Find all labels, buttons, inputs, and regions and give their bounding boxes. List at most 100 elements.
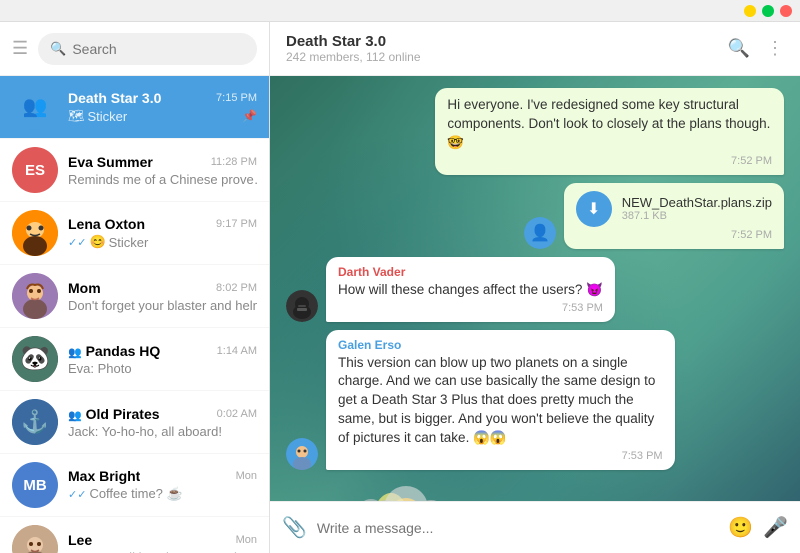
chat-info: Lena Oxton 9:17 PM ✓✓ 😊 Sticker	[68, 216, 257, 250]
message-text: This version can blow up two planets on …	[338, 354, 663, 448]
message-text: Hi everyone. I've redesigned some key st…	[447, 96, 772, 153]
check-icon: ✓✓	[68, 488, 86, 501]
chat-time: 0:02 AM	[217, 408, 257, 420]
app-body: ☰ 🔍 👥 Death Star 3.0 7:15 PM 🗺	[0, 22, 800, 553]
chat-item-death-star[interactable]: 👥 Death Star 3.0 7:15 PM 🗺 Sticker 📌	[0, 76, 269, 139]
file-info: NEW_DeathStar.plans.zip 387.1 KB	[622, 195, 772, 222]
chat-preview: 🗺 Sticker 📌	[68, 108, 257, 124]
chat-item-mom[interactable]: Mom 8:02 PM Don't forget your blaster an…	[0, 265, 269, 328]
chat-header-subtitle: 242 members, 112 online	[286, 50, 421, 64]
more-options-icon[interactable]: ⋮	[766, 38, 784, 59]
chat-item-old-pirates[interactable]: ⚓ 👥 Old Pirates 0:02 AM Jack: Yo-ho-ho, …	[0, 391, 269, 454]
message-row	[286, 478, 784, 501]
chat-name: Eva Summer	[68, 154, 153, 170]
message-time: 7:52 PM	[576, 229, 772, 241]
chat-preview: Don't forget your blaster and helmet	[68, 298, 257, 313]
chat-name: Max Bright	[68, 468, 140, 484]
message-time: 7:52 PM	[447, 155, 772, 167]
avatar	[12, 210, 58, 256]
chat-item-lee[interactable]: Lee Mon We can call it Galaxy Star 7 ;)	[0, 517, 269, 553]
svg-text:⚓: ⚓	[21, 409, 48, 434]
chat-name: 👥 Pandas HQ	[68, 343, 160, 359]
message-sender: Darth Vader	[338, 265, 603, 279]
sidebar-header: ☰ 🔍	[0, 22, 269, 76]
chat-time: 7:15 PM	[216, 92, 257, 104]
message-text: How will these changes affect the users?…	[338, 281, 603, 300]
chat-name: 👥 Old Pirates	[68, 406, 160, 422]
chat-time: 1:14 AM	[217, 345, 257, 357]
chat-preview: ✓✓ Coffee time? ☕	[68, 486, 257, 502]
avatar: 🐼	[12, 336, 58, 382]
menu-icon[interactable]: ☰	[12, 38, 28, 59]
chat-preview: Reminds me of a Chinese prove… 2	[68, 172, 257, 187]
sidebar: ☰ 🔍 👥 Death Star 3.0 7:15 PM 🗺	[0, 22, 270, 553]
chat-header: Death Star 3.0 242 members, 112 online 🔍…	[270, 22, 800, 76]
message-bubble: ⬇ NEW_DeathStar.plans.zip 387.1 KB 7:52 …	[564, 183, 784, 249]
pin-icon: 📌	[242, 109, 257, 123]
chat-info: 👥 Pandas HQ 1:14 AM Eva: Photo	[68, 343, 257, 376]
chat-preview: We can call it Galaxy Star 7 ;)	[68, 550, 257, 553]
chat-header-info: Death Star 3.0 242 members, 112 online	[286, 33, 421, 64]
search-input[interactable]	[72, 41, 245, 57]
chat-header-name: Death Star 3.0	[286, 33, 421, 50]
chat-name: Lena Oxton	[68, 216, 145, 232]
message-bubble: Darth Vader How will these changes affec…	[326, 257, 615, 322]
search-icon: 🔍	[50, 41, 66, 57]
message-avatar	[286, 290, 318, 322]
attach-icon[interactable]: 📎	[282, 515, 307, 540]
microphone-icon[interactable]: 🎤	[763, 515, 788, 540]
chat-time: 9:17 PM	[216, 218, 257, 230]
sticker-message	[326, 478, 486, 501]
chat-name: Lee	[68, 532, 92, 548]
chat-info: Mom 8:02 PM Don't forget your blaster an…	[68, 280, 257, 313]
message-row: ⬇ NEW_DeathStar.plans.zip 387.1 KB 7:52 …	[286, 183, 784, 249]
search-box[interactable]: 🔍	[38, 33, 257, 65]
message-input-area: 📎 🙂 🎤	[270, 501, 800, 553]
minimize-button[interactable]	[744, 5, 756, 17]
message-time: 7:53 PM	[338, 450, 663, 462]
maximize-button[interactable]	[762, 5, 774, 17]
file-message: ⬇ NEW_DeathStar.plans.zip 387.1 KB	[576, 191, 772, 227]
avatar: ⚓	[12, 399, 58, 445]
message-avatar	[286, 438, 318, 470]
file-name: NEW_DeathStar.plans.zip	[622, 195, 772, 210]
svg-text:🐼: 🐼	[20, 344, 50, 372]
message-row: Hi everyone. I've redesigned some key st…	[286, 88, 784, 175]
avatar	[12, 525, 58, 553]
avatar	[12, 273, 58, 319]
chat-name: Death Star 3.0	[68, 90, 161, 106]
chat-item-pandas-hq[interactable]: 🐼 👥 Pandas HQ 1:14 AM Eva: Photo	[0, 328, 269, 391]
svg-text:👥: 👥	[23, 96, 48, 118]
chat-preview: ✓✓ 😊 Sticker	[68, 234, 257, 250]
chat-item-lena-oxton[interactable]: Lena Oxton 9:17 PM ✓✓ 😊 Sticker	[0, 202, 269, 265]
avatar: 👥	[12, 84, 58, 130]
titlebar	[0, 0, 800, 22]
message-avatar: 👤	[524, 217, 556, 249]
download-icon[interactable]: ⬇	[576, 191, 612, 227]
chat-info: Max Bright Mon ✓✓ Coffee time? ☕	[68, 468, 257, 502]
chat-info: 👥 Old Pirates 0:02 AM Jack: Yo-ho-ho, al…	[68, 406, 257, 439]
chat-time: Mon	[236, 470, 257, 482]
chat-header-icons: 🔍 ⋮	[728, 38, 784, 59]
chat-name: Mom	[68, 280, 101, 296]
close-button[interactable]	[780, 5, 792, 17]
check-icon: ✓✓	[68, 236, 86, 249]
messages-area: Hi everyone. I've redesigned some key st…	[270, 76, 800, 501]
chat-info: Eva Summer 11:28 PM Reminds me of a Chin…	[68, 154, 257, 187]
chat-item-max-bright[interactable]: MB Max Bright Mon ✓✓ Coffee time? ☕	[0, 454, 269, 517]
chat-time: 11:28 PM	[211, 156, 257, 168]
chat-area: Death Star 3.0 242 members, 112 online 🔍…	[270, 22, 800, 553]
chat-time: 8:02 PM	[216, 282, 257, 294]
message-bubble: Hi everyone. I've redesigned some key st…	[435, 88, 784, 175]
message-input[interactable]	[317, 520, 718, 536]
avatar: ES	[12, 147, 58, 193]
chat-item-eva-summer[interactable]: ES Eva Summer 11:28 PM Reminds me of a C…	[0, 139, 269, 202]
message-bubble: Galen Erso This version can blow up two …	[326, 330, 675, 470]
message-sender: Galen Erso	[338, 338, 663, 352]
search-chat-icon[interactable]: 🔍	[728, 38, 750, 59]
message-row: Darth Vader How will these changes affec…	[286, 257, 784, 322]
emoji-icon[interactable]: 🙂	[728, 515, 753, 540]
file-size: 387.1 KB	[622, 210, 772, 222]
chat-time: Mon	[236, 534, 257, 546]
chat-preview: Eva: Photo	[68, 361, 257, 376]
